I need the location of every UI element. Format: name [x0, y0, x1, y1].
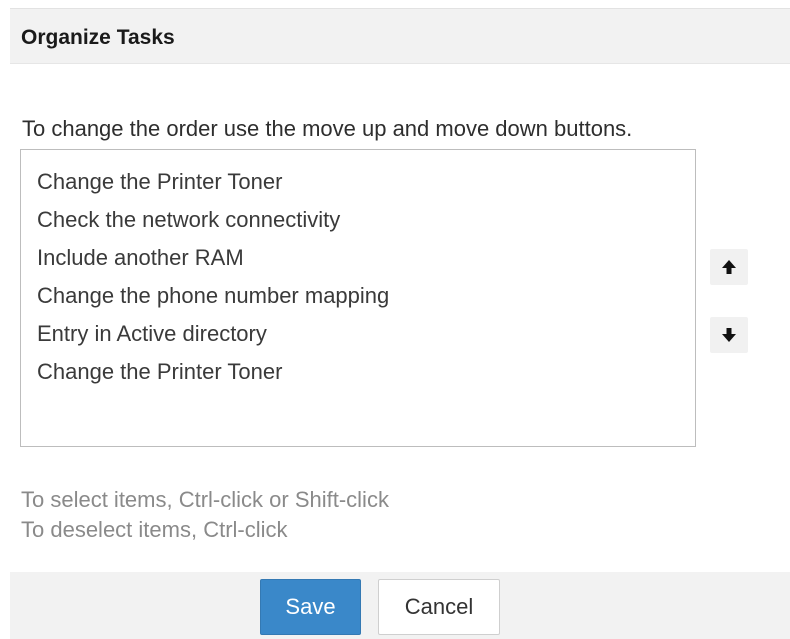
- list-item[interactable]: Change the Printer Toner: [21, 353, 695, 391]
- list-item[interactable]: Check the network connectivity: [21, 201, 695, 239]
- list-item[interactable]: Entry in Active directory: [21, 315, 695, 353]
- save-button[interactable]: Save: [260, 579, 361, 635]
- list-item[interactable]: Include another RAM: [21, 239, 695, 277]
- arrow-down-icon: [722, 328, 736, 342]
- dialog-header: Organize Tasks: [10, 8, 790, 64]
- move-down-button[interactable]: [710, 317, 748, 353]
- deselect-hint: To deselect items, Ctrl-click: [21, 517, 288, 542]
- list-item[interactable]: Change the phone number mapping: [21, 277, 695, 315]
- arrow-up-icon: [722, 260, 736, 274]
- instruction-text: To change the order use the move up and …: [22, 116, 633, 141]
- list-item[interactable]: Change the Printer Toner: [21, 163, 695, 201]
- task-listbox[interactable]: Change the Printer Toner Check the netwo…: [20, 149, 696, 447]
- dialog-footer: Save Cancel: [10, 572, 790, 639]
- organize-tasks-dialog: Organize Tasks To change the order use t…: [10, 8, 790, 639]
- select-hint: To select items, Ctrl-click or Shift-cli…: [21, 487, 389, 512]
- cancel-button[interactable]: Cancel: [378, 579, 500, 635]
- dialog-title: Organize Tasks: [21, 26, 175, 49]
- move-up-button[interactable]: [710, 249, 748, 285]
